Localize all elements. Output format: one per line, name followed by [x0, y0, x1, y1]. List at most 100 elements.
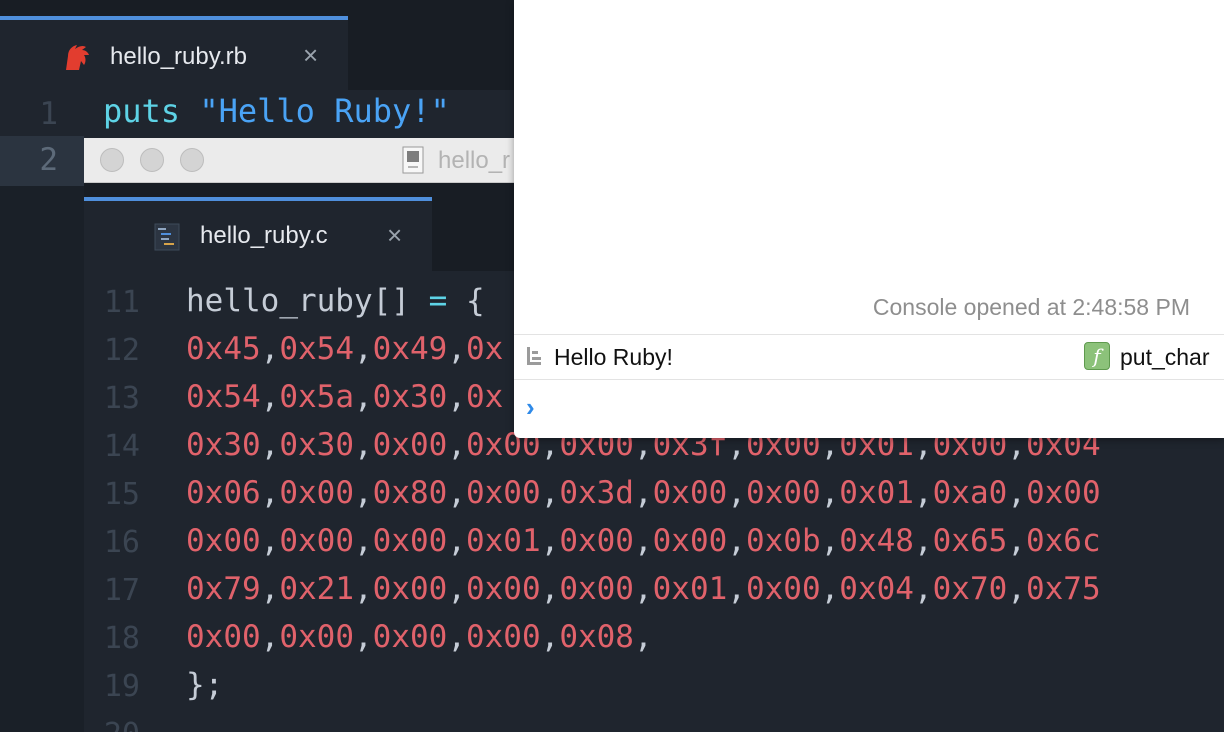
- hex-literal: 0x00: [465, 571, 541, 607]
- hex-literal: 0x00: [186, 619, 261, 655]
- comma: ,: [353, 427, 373, 463]
- comma: ,: [353, 571, 373, 607]
- code-line: };: [186, 667, 224, 703]
- comma: ,: [353, 619, 373, 655]
- ruby-gutter-background: [0, 186, 84, 732]
- log-message: Hello Ruby!: [554, 344, 673, 370]
- line-number: 15: [103, 477, 140, 512]
- hex-literal: 0x06: [186, 475, 261, 511]
- hex-literal: 0x0b: [745, 523, 821, 559]
- comma: ,: [447, 427, 466, 463]
- code-line: 0x54,0x5a,0x30,0x: [186, 379, 503, 415]
- line-number: 20: [84, 717, 140, 732]
- hex-literal: 0x75: [1025, 571, 1101, 607]
- hex-literal: 0x00: [279, 523, 354, 559]
- hex-literal: 0x65: [932, 523, 1008, 559]
- code-line: 0x00,0x00,0x00,0x00,0x08,: [186, 619, 653, 655]
- hex-literal: 0x04: [839, 571, 914, 607]
- console-opened-message: Console opened at 2:48:58 PM: [872, 294, 1190, 320]
- hex-literal: 0x01: [652, 571, 728, 607]
- comma: ,: [1007, 475, 1026, 511]
- comma: ,: [727, 475, 746, 511]
- line-number: 16: [103, 525, 140, 560]
- close-icon[interactable]: ×: [303, 40, 318, 71]
- hex-literal: 0x5a: [279, 379, 354, 415]
- line-number: 19: [103, 669, 140, 704]
- source-function-link[interactable]: put_char: [1120, 344, 1210, 371]
- comma: ,: [447, 475, 466, 511]
- comma: ,: [540, 523, 560, 559]
- code-line: 0x06,0x00,0x80,0x00,0x3d,0x00,0x00,0x01,…: [186, 475, 1101, 511]
- line-number: 17: [103, 573, 140, 608]
- comma: ,: [633, 523, 653, 559]
- hex-literal: 0x48: [839, 523, 914, 559]
- hex-literal: 0x00: [559, 523, 634, 559]
- window-zoom-button[interactable]: [180, 148, 204, 172]
- comma: ,: [447, 331, 466, 367]
- hex-literal: 0x00: [279, 619, 354, 655]
- comma: ,: [913, 523, 933, 559]
- c-file-icon: [154, 223, 180, 251]
- comma: ,: [633, 619, 653, 655]
- tab-title: hello_ruby.rb: [110, 43, 247, 70]
- close-icon[interactable]: ×: [387, 220, 402, 251]
- line-number: 12: [103, 333, 140, 368]
- console-panel: Console opened at 2:48:58 PM Hello Ruby!…: [514, 0, 1224, 438]
- hex-literal: 0x00: [279, 475, 354, 511]
- comma: ,: [260, 475, 280, 511]
- hex-literal: 0x00: [465, 475, 541, 511]
- hex-literal: 0x54: [186, 379, 261, 415]
- code-line: hello_ruby[] = {: [186, 283, 485, 319]
- hex-literal: 0x45: [186, 331, 261, 367]
- line-number: 13: [103, 381, 140, 416]
- comma: ,: [260, 427, 280, 463]
- hex-literal: 0x54: [279, 331, 354, 367]
- code-identifier: hello_ruby[]: [186, 283, 410, 319]
- window-minimize-button[interactable]: [140, 148, 164, 172]
- hex-literal: 0x3d: [559, 475, 634, 511]
- tab-hello-ruby-c[interactable]: hello_ruby.c ×: [84, 197, 432, 271]
- log-entry-icon: [526, 345, 542, 367]
- hex-literal: 0x00: [559, 571, 634, 607]
- comma: ,: [633, 475, 653, 511]
- hex-literal: 0x79: [186, 571, 261, 607]
- comma: ,: [633, 571, 653, 607]
- comma: ,: [353, 523, 373, 559]
- code-line[interactable]: puts "Hello Ruby!": [103, 92, 450, 130]
- line-number: 11: [103, 285, 140, 320]
- hex-literal: 0x30: [279, 427, 354, 463]
- hex-literal: 0x00: [465, 619, 541, 655]
- comma: ,: [540, 475, 560, 511]
- hex-literal: 0x00: [652, 523, 728, 559]
- comma: ,: [260, 619, 280, 655]
- window-close-button[interactable]: [100, 148, 124, 172]
- hex-literal: 0x00: [745, 475, 821, 511]
- comma: ,: [727, 571, 746, 607]
- tab-hello-ruby-rb[interactable]: hello_ruby.rb ×: [0, 16, 348, 90]
- comma: ,: [260, 379, 280, 415]
- hex-literal: 0x30: [372, 379, 448, 415]
- line-number: 1: [39, 96, 58, 132]
- comma: ,: [260, 571, 280, 607]
- comma: ,: [820, 571, 840, 607]
- comma: ,: [260, 523, 280, 559]
- line-number: 18: [103, 621, 140, 656]
- line-number: 14: [103, 429, 140, 464]
- divider: [514, 379, 1224, 380]
- comma: ,: [820, 523, 840, 559]
- comma: ,: [353, 475, 373, 511]
- code-string: "Hello Ruby!": [199, 92, 450, 130]
- comma: ,: [260, 331, 280, 367]
- hex-literal: 0x70: [932, 571, 1008, 607]
- hex-literal: 0x01: [839, 475, 914, 511]
- chevron-right-icon: ›: [526, 392, 535, 422]
- hex-literal: 0x30: [186, 427, 261, 463]
- hex-literal: 0x: [465, 331, 504, 367]
- console-input[interactable]: [554, 388, 1208, 430]
- hex-literal: 0x6c: [1025, 523, 1101, 559]
- comma: ,: [447, 379, 466, 415]
- function-badge-icon: f: [1084, 342, 1110, 370]
- comma: ,: [727, 523, 746, 559]
- hex-literal: 0x: [465, 379, 504, 415]
- console-log-entry[interactable]: Hello Ruby! f put_char: [514, 335, 1224, 379]
